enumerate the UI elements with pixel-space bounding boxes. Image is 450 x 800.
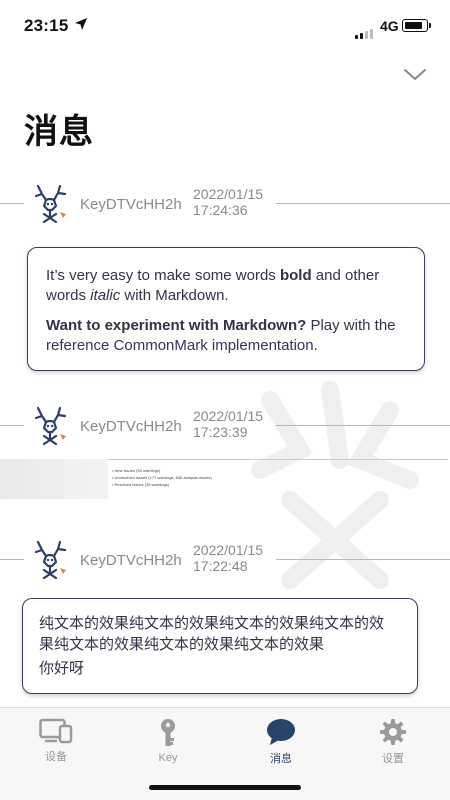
chat-bubble-icon <box>267 719 295 745</box>
divider <box>0 425 24 426</box>
message-timestamp: 2022/01/15 17:22:48 <box>193 542 263 574</box>
message-date: 2022/01/15 <box>193 542 264 558</box>
location-arrow-icon <box>75 18 87 30</box>
commonmark-link[interactable]: reference CommonMark implementation <box>46 337 314 354</box>
image-line: • New issues (50 warnings) <box>112 468 161 473</box>
tab-label: 消息 <box>270 753 292 765</box>
tab-devices[interactable]: 设备 <box>11 718 101 764</box>
text-run: . <box>313 337 318 354</box>
bold-text: bold <box>279 267 312 284</box>
gear-icon <box>380 719 406 745</box>
italic-text: italic <box>90 287 121 304</box>
message-header: KeyDTVcHH2h 2022/01/15 17:24:36 <box>0 182 450 242</box>
image-line: • Resolved issues (35 warnings) <box>112 482 169 487</box>
text-message-bubble[interactable]: 纯文本的效果纯文本的效果纯文本的效果纯文本的效 果纯文本的效果纯文本的效果纯文本… <box>22 598 418 694</box>
tab-messages[interactable]: 消息 <box>236 718 326 766</box>
message-time: 17:22:48 <box>193 558 248 574</box>
message-sender: KeyDTVcHH2h <box>80 552 182 569</box>
message-header: KeyDTVcHH2h 2022/01/15 17:22:48 <box>0 538 450 598</box>
tab-label: 设备 <box>45 751 67 763</box>
status-time: 23:15 <box>24 16 69 35</box>
tab-settings[interactable]: 设置 <box>348 718 438 766</box>
divider <box>276 559 450 560</box>
message-time: 17:23:39 <box>193 424 248 440</box>
image-line: • Unresolved issues (177 warnings, 836 a… <box>112 475 212 480</box>
page-title: 消息 <box>24 113 94 151</box>
text-run: Play with the <box>306 317 396 334</box>
deer-avatar-icon <box>34 184 67 224</box>
divider <box>276 203 450 204</box>
message-sender: KeyDTVcHH2h <box>80 196 182 213</box>
message-timestamp: 2022/01/15 17:23:39 <box>193 408 263 440</box>
image-content: • New issues (50 warnings) • Unresolved … <box>112 467 212 488</box>
text-run: It’s very easy to make some words <box>46 267 280 284</box>
message-paragraph: It’s very easy to make some words bold a… <box>46 266 406 306</box>
text-run: with Markdown. <box>120 287 229 304</box>
messages-screen: 23:15 4G 消息 KeyDTVcHH2h 2022/01/15 17:24… <box>0 0 450 800</box>
status-bar: 23:15 4G <box>0 0 450 52</box>
battery-icon <box>402 19 431 32</box>
cellular-signal-icon <box>355 21 375 39</box>
divider <box>276 425 450 426</box>
message-sender: KeyDTVcHH2h <box>80 418 182 435</box>
chevron-down-icon[interactable] <box>400 64 430 86</box>
network-type: 4G <box>380 18 399 34</box>
message-time: 17:24:36 <box>193 202 248 218</box>
divider <box>0 203 24 204</box>
image-edge <box>108 459 448 460</box>
message-line: 纯文本的效果纯文本的效果纯文本的效果纯文本的效 <box>39 615 385 632</box>
home-indicator <box>149 785 301 790</box>
image-message[interactable]: • New issues (50 warnings) • Unresolved … <box>0 457 450 499</box>
markdown-message-bubble[interactable]: It’s very easy to make some words bold a… <box>27 247 425 371</box>
message-line: 果纯文本的效果纯文本的效果纯文本的效果 <box>39 636 325 653</box>
key-icon <box>161 719 175 746</box>
deer-avatar-icon <box>34 540 67 580</box>
message-line: 你好呀 <box>39 660 85 677</box>
bold-text: Want to experiment with Markdown? <box>46 317 307 334</box>
tab-label: Key <box>158 752 178 764</box>
tab-key[interactable]: Key <box>123 718 213 764</box>
image-preview <box>0 459 108 499</box>
divider <box>0 559 24 560</box>
message-paragraph: Want to experiment with Markdown? Play w… <box>46 316 406 356</box>
message-header: KeyDTVcHH2h 2022/01/15 17:23:39 <box>0 404 450 464</box>
tab-label: 设置 <box>382 753 404 765</box>
message-timestamp: 2022/01/15 17:24:36 <box>193 186 263 218</box>
message-date: 2022/01/15 <box>193 186 264 202</box>
deer-avatar-icon <box>34 406 67 446</box>
message-date: 2022/01/15 <box>193 408 264 424</box>
device-icon <box>39 718 73 744</box>
